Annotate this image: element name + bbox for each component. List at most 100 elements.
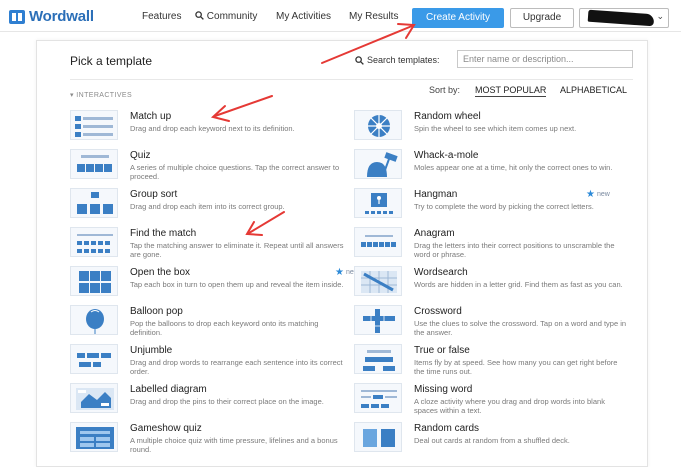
page-title: Pick a template (70, 54, 153, 68)
template-description: Drag the letters into their correct posi… (414, 241, 615, 259)
collapse-caret-icon: ▾ (70, 92, 74, 99)
nav-community-link[interactable]: Community (195, 11, 257, 22)
template-name: Quiz (130, 150, 151, 161)
nav-my-results-link[interactable]: My Results (349, 11, 398, 22)
template-description: Drag and drop words to rearrange each se… (130, 358, 343, 376)
template-name: Whack-a-mole (414, 150, 479, 161)
template-description: Drag and drop the pins to their correct … (130, 397, 324, 406)
template-name: Hangman (414, 189, 458, 200)
template-name: True or false (414, 345, 470, 356)
chevron-down-icon: ⌄ (656, 11, 664, 21)
template-crossword[interactable]: Crossword Use the clues to solve the cro… (354, 305, 626, 341)
template-random-cards[interactable]: Random cards Deal out cards at random fr… (354, 422, 624, 458)
template-name: Unjumble (130, 345, 173, 356)
search-icon (355, 55, 364, 65)
template-open-the-box[interactable]: Open the box ★ new Tap each box in turn t… (70, 266, 359, 302)
template-description: Moles appear one at a time, hit only the… (414, 163, 613, 172)
template-picker-panel: Pick a template Search templates: ▾ INTE… (36, 40, 648, 467)
template-name: Random cards (414, 423, 480, 434)
template-random-wheel[interactable]: Random wheel Spin the wheel to see which… (354, 110, 624, 146)
template-description: Pop the balloons to drop each keyword on… (130, 319, 319, 337)
template-description: A multiple choice quiz with time pressur… (130, 436, 338, 454)
sort-by-label: Sort by: (429, 85, 461, 95)
nav-community-label: Community (206, 11, 258, 22)
true-or-false-thumbnail-icon (354, 344, 402, 374)
template-balloon-pop[interactable]: Balloon pop Pop the balloons to drop eac… (70, 305, 340, 341)
hangman-thumbnail-icon (354, 188, 402, 218)
template-description: Words are hidden in a letter grid. Find … (414, 280, 623, 289)
search-templates-input[interactable] (457, 50, 633, 68)
upgrade-button[interactable]: Upgrade (510, 8, 574, 28)
template-name: Labelled diagram (130, 384, 207, 395)
section-label-text: INTERACTIVES (76, 92, 133, 99)
nav-my-activities-link[interactable]: My Activities (276, 11, 331, 22)
template-description: Use the clues to solve the crossword. Ta… (414, 319, 627, 337)
template-name: Random wheel (414, 111, 481, 122)
new-badge-label: new (596, 191, 610, 198)
template-description: Drag and drop each keyword next to its d… (130, 124, 295, 133)
template-name: Gameshow quiz (130, 423, 202, 434)
unjumble-thumbnail-icon (70, 344, 118, 374)
star-icon: ★ (586, 189, 595, 200)
template-true-or-false[interactable]: True or false Items fly by at speed. See… (354, 344, 624, 380)
template-name: Group sort (130, 189, 178, 200)
template-unjumble[interactable]: Unjumble Drag and drop words to rearrang… (70, 344, 343, 380)
template-description: A cloze activity where you drag and drop… (414, 397, 605, 415)
template-name: Find the match (130, 228, 197, 239)
crossword-thumbnail-icon (354, 305, 402, 335)
account-menu[interactable]: ⌄ (579, 8, 669, 28)
group-sort-thumbnail-icon (70, 188, 118, 218)
template-description: Spin the wheel to see which item comes u… (414, 124, 577, 133)
sort-alphabetical-tab[interactable]: ALPHABETICAL (560, 85, 627, 95)
template-quiz[interactable]: Quiz A series of multiple choice questio… (70, 149, 340, 185)
template-description: Deal out cards at random from a shuffled… (414, 436, 570, 445)
template-description: A series of multiple choice questions. T… (130, 163, 340, 181)
header-divider (70, 79, 633, 80)
random-wheel-thumbnail-icon (354, 110, 402, 140)
quiz-thumbnail-icon (70, 149, 118, 179)
labelled-diagram-thumbnail-icon (70, 383, 118, 413)
search-icon (195, 11, 204, 20)
template-gameshow-quiz[interactable]: Gameshow quiz A multiple choice quiz wit… (70, 422, 340, 458)
template-labelled-diagram[interactable]: Labelled diagram Drag and drop the pins … (70, 383, 340, 419)
template-name: Crossword (414, 306, 462, 317)
template-match-up[interactable]: Match up Drag and drop each keyword next… (70, 110, 340, 146)
find-the-match-thumbnail-icon (70, 227, 118, 257)
open-the-box-thumbnail-icon (70, 266, 118, 296)
new-badge: ★ new (586, 189, 610, 200)
template-find-the-match[interactable]: Find the match Tap the matching answer t… (70, 227, 343, 263)
anagram-thumbnail-icon (354, 227, 402, 257)
nav-features-link[interactable]: Features (142, 11, 181, 22)
template-description: Items fly by at speed. See how many you … (414, 358, 618, 376)
template-name: Balloon pop (130, 306, 183, 317)
wordwall-logo[interactable]: Wordwall (9, 8, 94, 25)
template-missing-word[interactable]: Missing word A cloze activity where you … (354, 383, 624, 419)
template-hangman[interactable]: Hangman ★ new Try to complete the word by… (354, 188, 624, 224)
section-interactives[interactable]: ▾ INTERACTIVES (70, 91, 132, 99)
sort-most-popular-tab[interactable]: MOST POPULAR (475, 85, 547, 97)
match-up-thumbnail-icon (70, 110, 118, 140)
star-icon: ★ (335, 267, 344, 278)
balloon-pop-thumbnail-icon (70, 305, 118, 335)
template-name: Match up (130, 111, 172, 122)
template-name: Wordsearch (414, 267, 468, 278)
template-whack-a-mole[interactable]: Whack-a-mole Moles appear one at a time,… (354, 149, 624, 185)
search-templates-label: Search templates: (355, 55, 440, 65)
top-navigation-bar: Wordwall Features Community My Activitie… (0, 0, 681, 32)
template-description: Tap each box in turn to open them up and… (130, 280, 344, 289)
wordwall-logo-icon (9, 9, 25, 24)
logo-text: Wordwall (29, 8, 94, 25)
gameshow-quiz-thumbnail-icon (70, 422, 118, 452)
whack-a-mole-thumbnail-icon (354, 149, 402, 179)
create-activity-button[interactable]: Create Activity (412, 8, 504, 28)
template-description: Tap the matching answer to eliminate it.… (130, 241, 344, 259)
missing-word-thumbnail-icon (354, 383, 402, 413)
wordsearch-thumbnail-icon (354, 266, 402, 296)
redacted-username (587, 9, 655, 27)
template-wordsearch[interactable]: Wordsearch Words are hidden in a letter … (354, 266, 624, 302)
template-name: Open the box (130, 267, 191, 278)
template-anagram[interactable]: Anagram Drag the letters into their corr… (354, 227, 624, 263)
template-group-sort[interactable]: Group sort Drag and drop each item into … (70, 188, 340, 224)
random-cards-thumbnail-icon (354, 422, 402, 452)
template-description: Drag and drop each item into its correct… (130, 202, 285, 211)
